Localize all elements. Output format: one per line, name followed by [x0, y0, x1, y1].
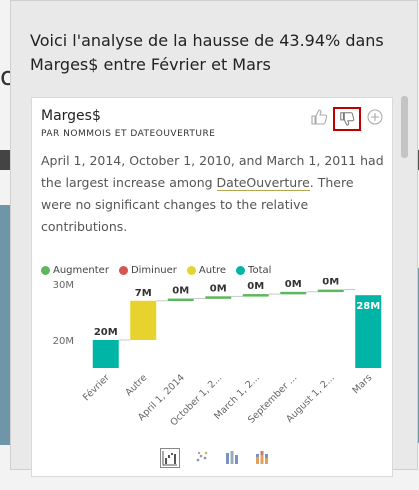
insight-card: Marges$ PAR NOMMOIS ET DATEOUVERTURE Apr… — [31, 97, 393, 477]
y-tick-label: 30M — [53, 280, 74, 291]
background-visual-left — [0, 205, 10, 445]
waterfall-bar — [92, 340, 119, 368]
waterfall-chart-icon — [162, 451, 177, 466]
insight-description: April 1, 2014, October 1, 2010, and Marc… — [41, 150, 386, 238]
legend-item-total: Total — [236, 265, 271, 276]
scatter-chart-button[interactable] — [192, 448, 212, 468]
legend-dot — [236, 266, 246, 275]
thumbs-down-icon — [340, 112, 355, 126]
insights-flyout: Voici l'analyse de la hausse de 43.94% d… — [10, 0, 418, 477]
data-label: 0M — [285, 279, 302, 290]
legend-item-autre: Autre — [186, 265, 227, 276]
background-header-band — [0, 150, 10, 170]
thumbs-up-icon[interactable] — [310, 108, 328, 126]
column-chart-button[interactable] — [222, 448, 242, 468]
waterfall-bar — [167, 298, 194, 302]
x-tick-label: Autre — [123, 372, 149, 398]
waterfall-chart-button[interactable] — [160, 448, 180, 468]
legend-dot — [186, 266, 196, 275]
x-tick-label: Février — [81, 372, 112, 403]
data-label: 28M — [356, 301, 380, 312]
card-actions — [302, 106, 392, 131]
waterfall-bar — [242, 294, 269, 297]
visual-type-switcher — [152, 448, 292, 472]
legend-item-diminuer: Diminuer — [118, 265, 177, 276]
legend-label: Total — [248, 265, 272, 276]
legend-label: Autre — [198, 265, 227, 276]
waterfall-bar — [280, 291, 307, 295]
legend-label: Augmenter — [53, 265, 109, 276]
legend-label: Diminuer — [130, 265, 177, 276]
data-label: 0M — [210, 283, 227, 294]
legend-item-augmenter: Augmenter — [41, 265, 109, 276]
data-label: 0M — [172, 286, 189, 297]
chart-legend: Augmenter Diminuer Autre Total — [41, 265, 271, 276]
data-label: 0M — [322, 278, 339, 288]
y-tick-label: 20M — [53, 336, 74, 347]
waterfall-bar — [130, 300, 157, 340]
legend-dot — [118, 266, 128, 275]
add-circle-icon[interactable] — [366, 108, 384, 126]
data-label: 0M — [247, 281, 264, 292]
data-label: 20M — [94, 327, 118, 338]
dateouverture-link[interactable]: DateOuverture — [216, 175, 310, 191]
flyout-scrollbar-thumb[interactable] — [401, 96, 408, 158]
data-label: 7M — [135, 288, 152, 299]
card-title: Marges$ — [41, 108, 101, 124]
flyout-title: Voici l'analyse de la hausse de 43.94% d… — [30, 31, 384, 74]
card-subtitle: PAR NOMMOIS ET DATEOUVERTURE — [41, 129, 216, 139]
stacked-column-chart-icon — [256, 451, 268, 464]
flyout-pointer — [13, 361, 22, 379]
scatter-chart-icon — [196, 451, 208, 462]
legend-dot — [41, 266, 50, 275]
thumbs-down-button[interactable] — [333, 107, 361, 131]
waterfall-bar — [205, 296, 232, 299]
x-tick-label: Mars — [350, 372, 374, 396]
waterfall-chart: 30M20M20MFévrier7MAutre0MApril 1, 20140M… — [53, 278, 382, 428]
waterfall-bar — [317, 289, 344, 293]
stacked-column-chart-button[interactable] — [252, 448, 272, 468]
column-chart-icon — [226, 451, 238, 464]
